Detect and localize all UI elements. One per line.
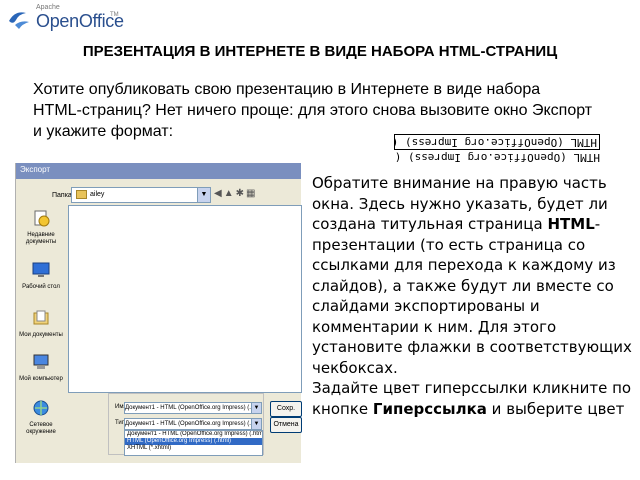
place-my-computer[interactable]: Мой компьютер xyxy=(16,353,66,383)
format-line-2: HTML (OpenOffice.org Impress) (.html xyxy=(394,134,600,150)
logo-tm: TM xyxy=(110,12,119,18)
format-line-1: HTML (OpenOffice.org Impress) (.html xyxy=(394,151,600,164)
place-network[interactable]: Сетевое окружение xyxy=(16,399,66,436)
my-computer-icon xyxy=(33,354,49,369)
new-folder-icon[interactable]: ✱ xyxy=(236,188,246,199)
places-bar: Недавние документы Рабочий стол Мои доку… xyxy=(16,203,66,458)
file-name-input[interactable]: Документ1 - HTML (OpenOffice.org Impress… xyxy=(124,402,252,414)
format-snippet: HTML (OpenOffice.org Impress) (.html HTM… xyxy=(394,126,600,164)
chevron-down-icon[interactable]: ▼ xyxy=(251,418,262,430)
file-list[interactable] xyxy=(68,205,302,393)
logo-apache-text: Apache xyxy=(36,4,60,11)
chevron-down-icon[interactable]: ▼ xyxy=(251,402,262,414)
instructions-html-term: HTML xyxy=(547,215,595,233)
slide-title: ПРЕЗЕНТАЦИЯ В ИНТЕРНЕТЕ В ВИДЕ НАБОРА HT… xyxy=(82,43,558,60)
chevron-down-icon[interactable]: ▼ xyxy=(197,188,210,202)
place-label: Мой компьютер xyxy=(19,376,63,382)
network-globe-icon xyxy=(33,400,49,416)
place-label: Рабочий стол xyxy=(22,284,60,290)
dialog-titlebar: Экспорт xyxy=(16,163,301,179)
desktop-icon xyxy=(32,262,50,277)
openoffice-logo: Apache OpenOffice TM xyxy=(6,4,124,38)
file-type-option[interactable]: Документ1 - HTML (OpenOffice.org Impress… xyxy=(125,431,262,438)
file-type-option-selected[interactable]: HTML (OpenOffice.org Impress) (.html) xyxy=(125,438,262,445)
up-folder-icon[interactable]: ▲ xyxy=(224,188,236,199)
folder-icon xyxy=(76,189,87,199)
save-button[interactable]: Сохр. xyxy=(270,401,302,417)
recent-documents-icon xyxy=(34,210,50,227)
cancel-button[interactable]: Отмена xyxy=(270,417,302,433)
my-documents-icon xyxy=(33,310,49,325)
file-type-select[interactable]: Документ1 - HTML (OpenOffice.org Impress… xyxy=(124,418,252,430)
instructions-paragraph: Обратите внимание на правую часть окна. … xyxy=(312,173,632,419)
instructions-hyperlink-term: Гиперссылка xyxy=(372,399,487,418)
place-my-documents[interactable]: Мои документы xyxy=(16,309,66,339)
seagull-icon xyxy=(9,12,29,29)
place-label: Мои документы xyxy=(19,332,63,338)
folder-name: ailey xyxy=(90,191,105,198)
place-desktop[interactable]: Рабочий стол xyxy=(16,261,66,291)
instructions-text-2: -презентации (то есть страница со ссылка… xyxy=(312,215,632,377)
place-label: Сетевое окружение xyxy=(26,422,56,435)
view-menu-icon[interactable]: ▦ xyxy=(246,188,257,199)
dialog-title: Экспорт xyxy=(20,165,51,174)
place-recent[interactable]: Недавние документы xyxy=(16,209,66,246)
file-type-option[interactable]: XHTML (*.xhtml) xyxy=(125,445,262,452)
folder-select[interactable]: ailey ▼ xyxy=(71,187,211,203)
back-icon[interactable]: ◀ xyxy=(214,188,224,199)
dialog-toolbar: ◀▲✱▦ xyxy=(214,188,257,199)
instructions-text-4: и выберите цвет xyxy=(486,399,625,418)
place-label: Недавние документы xyxy=(25,232,57,245)
file-type-dropdown: Документ1 - HTML (OpenOffice.org Impress… xyxy=(124,430,263,456)
